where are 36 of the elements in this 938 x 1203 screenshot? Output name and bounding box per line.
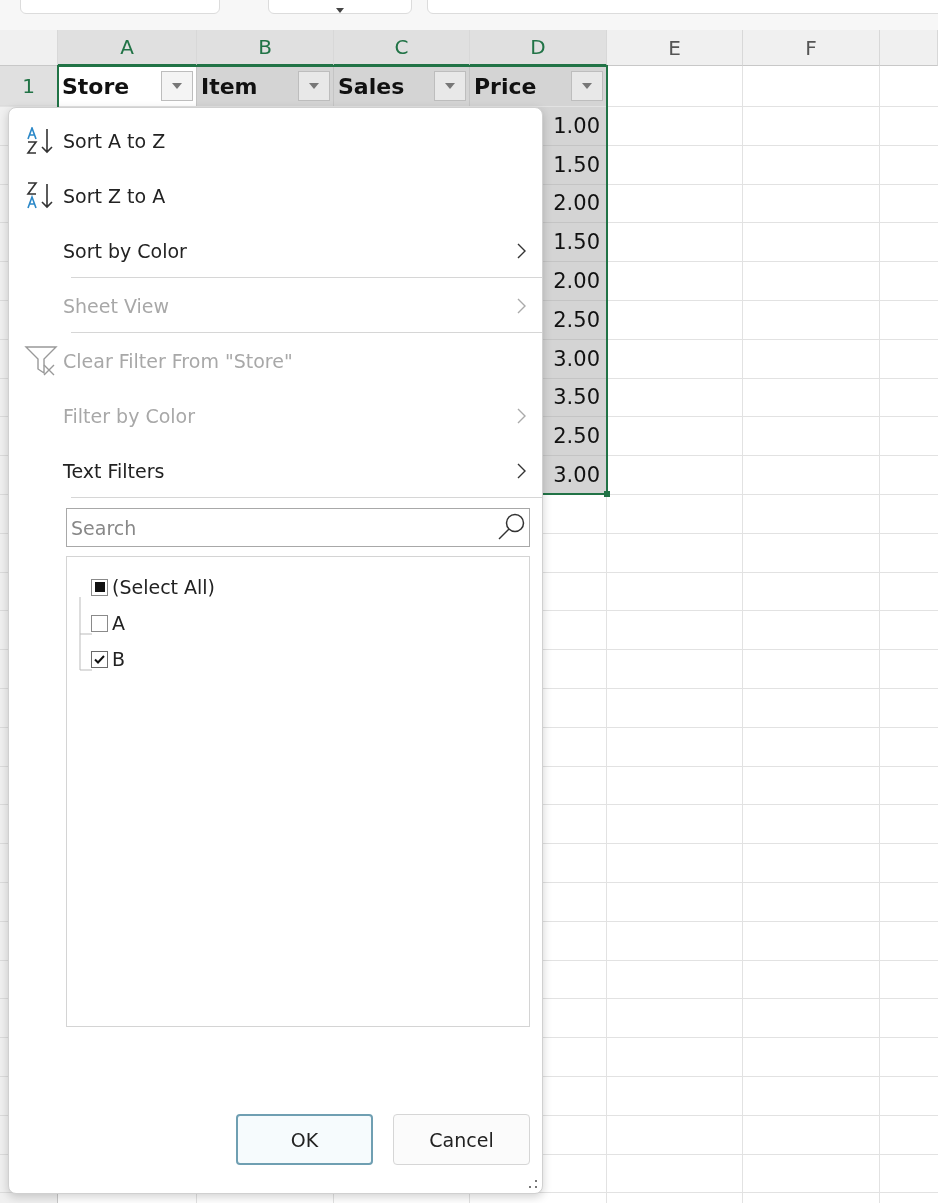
checklist-label: A [112,612,125,634]
caret-icon [445,83,455,89]
fill-handle[interactable] [604,491,610,497]
checkbox[interactable] [91,614,108,632]
resize-grip-icon[interactable] [529,1180,538,1189]
row-header[interactable]: 1 [0,66,58,106]
header-text: Price [474,73,537,99]
header-text: Sales [338,73,405,99]
sort-ascending-icon [24,126,56,155]
column-header[interactable]: C [334,30,470,66]
checklist-label: (Select All) [112,576,216,598]
search-icon [496,512,526,542]
filter-dropdown-button[interactable] [571,71,603,101]
column-header[interactable]: D [470,30,607,66]
dialog-button[interactable]: OK [236,1114,373,1165]
dialog-button[interactable]: Cancel [393,1114,530,1165]
checkmark-icon [94,654,105,664]
column-header[interactable]: B [197,30,334,66]
clear-filter-icon [24,344,58,377]
filter-dropdown-button[interactable] [161,71,193,101]
checkbox[interactable] [91,578,108,596]
column-header[interactable]: A [58,30,197,66]
checkbox[interactable] [91,650,108,668]
header-text: Item [201,73,258,99]
column-header[interactable]: E [607,30,743,66]
caret-icon [582,83,592,89]
caret-icon [309,83,319,89]
filter-dropdown-button[interactable] [298,71,330,101]
search-field[interactable]: Search [66,508,530,547]
sort-descending-icon [24,181,56,210]
column-header[interactable]: F [743,30,880,66]
caret-icon [172,83,182,89]
header-text: Store [62,73,130,99]
filter-dropdown-button[interactable] [434,71,466,101]
checklist-label: B [112,648,126,670]
caret-icon [336,8,344,13]
